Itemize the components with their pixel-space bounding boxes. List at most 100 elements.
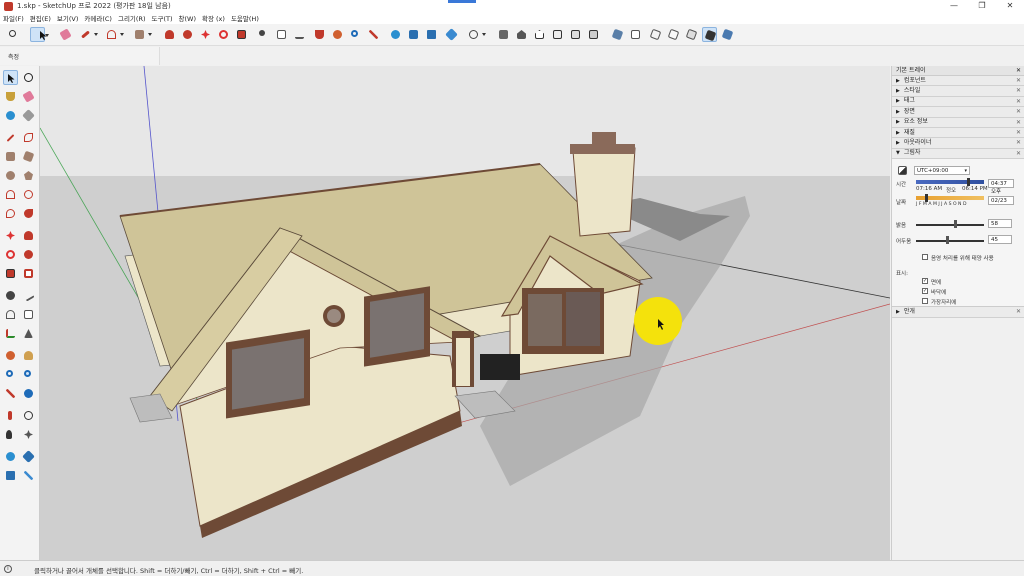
menu-camera[interactable]: 카메라(C) bbox=[84, 13, 112, 23]
dark-slider-thumb[interactable] bbox=[945, 236, 949, 245]
section-close-icon[interactable]: ✕ bbox=[1016, 86, 1021, 96]
back-edges-icon[interactable] bbox=[628, 27, 643, 42]
position-camera-icon[interactable] bbox=[3, 408, 18, 423]
three-point-arc-icon[interactable] bbox=[3, 206, 18, 221]
text-icon[interactable] bbox=[21, 307, 36, 322]
tray-close-icon[interactable]: ✕ bbox=[1016, 66, 1021, 76]
extension-warehouse-icon[interactable] bbox=[406, 27, 421, 42]
xray-icon[interactable] bbox=[610, 27, 625, 42]
scale-icon[interactable] bbox=[3, 266, 18, 281]
menu-tools[interactable]: 도구(T) bbox=[152, 13, 173, 23]
warehouse-icon[interactable] bbox=[3, 449, 18, 464]
close-button[interactable]: ✕ bbox=[996, 0, 1024, 12]
time-field[interactable]: 04:37 오후 bbox=[988, 179, 1014, 195]
extension-warehouse-icon[interactable] bbox=[21, 449, 36, 464]
use-sun-checkbox[interactable] bbox=[922, 254, 928, 261]
paint-bucket-icon[interactable] bbox=[3, 89, 18, 104]
time-slider-track[interactable] bbox=[916, 180, 984, 185]
zoom-icon[interactable] bbox=[348, 27, 363, 42]
section-close-icon[interactable]: ✕ bbox=[1016, 307, 1021, 317]
info-icon[interactable]: i bbox=[4, 565, 12, 573]
lasso-icon[interactable] bbox=[21, 70, 36, 85]
tray-section-components[interactable]: ▶ 컴포넌트 ✕ bbox=[892, 76, 1024, 87]
zoom-window-icon[interactable] bbox=[21, 367, 36, 382]
arc-icon[interactable] bbox=[3, 187, 18, 202]
3d-viewport[interactable] bbox=[40, 66, 890, 560]
protractor-icon[interactable] bbox=[3, 307, 18, 322]
circle-icon[interactable] bbox=[3, 168, 18, 183]
two-point-arc-icon[interactable] bbox=[21, 187, 36, 202]
tray-section-entity-info[interactable]: ▶ 요소 정보 ✕ bbox=[892, 117, 1024, 128]
eraser-icon[interactable] bbox=[21, 89, 36, 104]
previous-view-icon[interactable] bbox=[21, 386, 36, 401]
component-icon[interactable] bbox=[3, 108, 18, 123]
menu-help[interactable]: 도움말(H) bbox=[231, 13, 259, 23]
wireframe-icon[interactable] bbox=[648, 27, 663, 42]
zoom-extents-icon[interactable] bbox=[366, 27, 381, 42]
freehand-icon[interactable] bbox=[21, 130, 36, 145]
shaded-textures-icon[interactable] bbox=[702, 27, 717, 42]
warehouse-icon[interactable] bbox=[388, 27, 403, 42]
zoom-icon[interactable] bbox=[3, 367, 18, 382]
offset-icon[interactable] bbox=[21, 266, 36, 281]
zoom-extents-icon[interactable] bbox=[3, 386, 18, 401]
line-icon[interactable] bbox=[3, 130, 18, 145]
tray-section-fog[interactable]: ▶ 안개 ✕ bbox=[892, 307, 1024, 318]
menu-file[interactable]: 파일(F) bbox=[3, 13, 24, 23]
walk-icon[interactable] bbox=[3, 427, 18, 442]
tray-section-materials[interactable]: ▶ 재질 ✕ bbox=[892, 127, 1024, 139]
on-ground-checkbox[interactable]: ✓ bbox=[922, 288, 928, 295]
orbit-icon[interactable] bbox=[3, 348, 18, 363]
left-view-icon[interactable] bbox=[586, 27, 601, 42]
tape-measure-icon[interactable] bbox=[256, 27, 271, 42]
dark-slider-track[interactable] bbox=[916, 240, 984, 243]
right-view-icon[interactable] bbox=[550, 27, 565, 42]
time-slider-thumb[interactable] bbox=[967, 178, 971, 187]
iso-view-icon[interactable] bbox=[496, 27, 511, 42]
tray-section-shadows[interactable]: ▼ 그림자 ✕ bbox=[892, 148, 1024, 160]
section-close-icon[interactable]: ✕ bbox=[1016, 128, 1021, 138]
menu-window[interactable]: 창(W) bbox=[179, 13, 196, 23]
front-view-icon[interactable] bbox=[532, 27, 547, 42]
section-plane-icon[interactable] bbox=[21, 427, 36, 442]
rotate-icon[interactable] bbox=[216, 27, 231, 42]
move-icon[interactable] bbox=[3, 228, 18, 243]
search-icon[interactable] bbox=[6, 27, 21, 42]
menu-view[interactable]: 보기(V) bbox=[57, 13, 78, 23]
tape-measure-icon[interactable] bbox=[3, 288, 18, 303]
sandbox-icon[interactable] bbox=[444, 27, 459, 42]
section-close-icon[interactable]: ✕ bbox=[1016, 107, 1021, 117]
rectangle-icon[interactable] bbox=[3, 149, 18, 164]
section-close-icon[interactable]: ✕ bbox=[1016, 149, 1021, 159]
menu-extensions[interactable]: 확장 (x) bbox=[202, 13, 225, 23]
section-close-icon[interactable]: ✕ bbox=[1016, 76, 1021, 86]
light-slider-track[interactable] bbox=[916, 224, 984, 227]
scale-icon[interactable] bbox=[234, 27, 249, 42]
dimension-icon[interactable] bbox=[21, 288, 36, 303]
shaded-icon[interactable] bbox=[684, 27, 699, 42]
look-around-icon[interactable] bbox=[21, 408, 36, 423]
minimize-button[interactable]: — bbox=[940, 0, 968, 12]
pencil-icon[interactable] bbox=[78, 27, 98, 42]
timezone-select[interactable]: UTC+09:00 ▾ bbox=[914, 166, 970, 176]
shadow-toggle-icon[interactable] bbox=[898, 166, 907, 176]
section-close-icon[interactable]: ✕ bbox=[1016, 118, 1021, 128]
follow-me-icon[interactable] bbox=[180, 27, 195, 42]
arc-icon[interactable] bbox=[104, 27, 124, 42]
rectangle-icon[interactable] bbox=[132, 27, 152, 42]
from-edges-checkbox[interactable] bbox=[922, 298, 928, 305]
top-view-icon[interactable] bbox=[514, 27, 529, 42]
tray-section-tags[interactable]: ▶ 태그 ✕ bbox=[892, 96, 1024, 108]
hidden-line-icon[interactable] bbox=[666, 27, 681, 42]
push-pull-icon[interactable] bbox=[21, 228, 36, 243]
3d-text-icon[interactable] bbox=[21, 326, 36, 341]
tag-icon[interactable] bbox=[21, 108, 36, 123]
tray-section-scenes[interactable]: ▶ 장면 ✕ bbox=[892, 107, 1024, 118]
sandbox-icon[interactable] bbox=[21, 468, 36, 483]
eraser-icon[interactable] bbox=[58, 27, 73, 42]
date-slider-thumb[interactable] bbox=[925, 194, 929, 203]
section-close-icon[interactable]: ✕ bbox=[1016, 138, 1021, 148]
tray-section-outliner[interactable]: ▶ 아웃라이너 ✕ bbox=[892, 138, 1024, 149]
pie-icon[interactable] bbox=[21, 206, 36, 221]
paint-bucket-icon[interactable] bbox=[312, 27, 327, 42]
